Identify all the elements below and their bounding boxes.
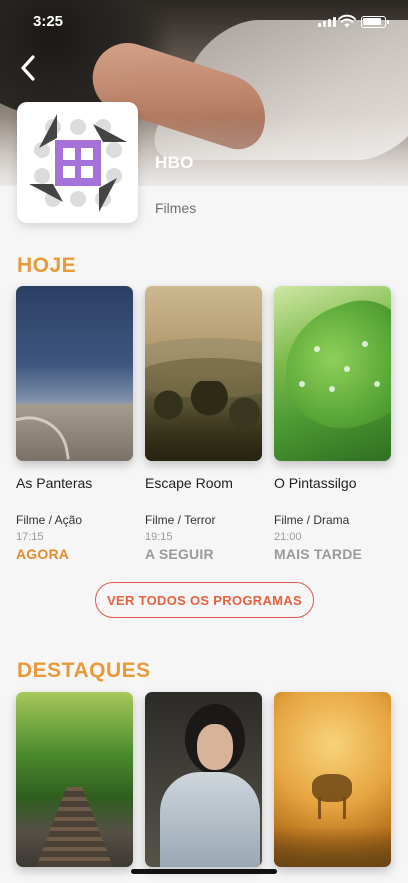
wifi-icon [338, 14, 356, 28]
thumbnail-shirt [160, 772, 260, 867]
program-thumbnail [145, 286, 262, 461]
channel-genre: Filmes [155, 200, 197, 216]
program-genre: Filme / Drama [274, 513, 350, 527]
section-title-highlights: DESTAQUES [17, 659, 151, 682]
thumbnail-drop [374, 381, 380, 387]
channel-detail-screen: 3:25 HBO Filmes HOJE As Panteras Filme /… [0, 0, 408, 883]
thumbnail-face [197, 724, 233, 770]
thumbnail-trees [145, 381, 262, 461]
back-button[interactable] [12, 52, 44, 84]
program-title: O Pintassilgo [274, 475, 357, 491]
highlight-thumbnail [145, 692, 262, 867]
battery-icon [361, 16, 389, 28]
program-card[interactable]: Escape Room Filme / Terror 19:15 A SEGUI… [145, 286, 262, 562]
thumbnail-drop [299, 381, 305, 387]
view-all-programs-button[interactable]: VER TODOS OS PROGRAMAS [95, 582, 314, 618]
program-genre: Filme / Ação [16, 513, 83, 527]
thumbnail-drop [314, 346, 320, 352]
thumbnail-deer-legs [318, 797, 346, 819]
program-card[interactable]: As Panteras Filme / Ação 17:15 AGORA [16, 286, 133, 562]
channel-name: HBO [155, 153, 194, 172]
thumbnail-drop [362, 341, 368, 347]
highlight-card[interactable] [16, 692, 133, 867]
status-bar: 3:25 [0, 0, 408, 44]
highlight-card[interactable] [274, 692, 391, 867]
program-time: 19:15 [145, 531, 173, 543]
thumbnail-drop [344, 366, 350, 372]
chevron-left-icon [21, 55, 35, 81]
program-when: AGORA [16, 546, 70, 562]
program-title: Escape Room [145, 475, 233, 491]
program-when: MAIS TARDE [274, 546, 363, 562]
thumbnail-leaf [274, 287, 391, 445]
thumbnail-drop [329, 386, 335, 392]
highlight-thumbnail [274, 692, 391, 867]
program-time: 17:15 [16, 531, 44, 543]
program-title: As Panteras [16, 475, 93, 491]
thumbnail-grass [274, 827, 391, 867]
hbo-logo-icon [28, 113, 127, 212]
signal-icon [318, 17, 336, 27]
program-card[interactable]: O Pintassilgo Filme / Drama 21:00 MAIS T… [274, 286, 391, 562]
program-thumbnail [16, 286, 133, 461]
highlight-card[interactable] [145, 692, 262, 867]
section-title-today: HOJE [17, 254, 77, 277]
status-time: 3:25 [33, 13, 64, 30]
channel-logo [17, 102, 138, 223]
home-indicator [131, 869, 277, 874]
program-time: 21:00 [274, 531, 302, 543]
thumbnail-railway [36, 787, 113, 867]
program-genre: Filme / Terror [145, 513, 216, 527]
highlight-thumbnail [16, 692, 133, 867]
program-when: A SEGUIR [145, 546, 214, 562]
program-thumbnail [274, 286, 391, 461]
